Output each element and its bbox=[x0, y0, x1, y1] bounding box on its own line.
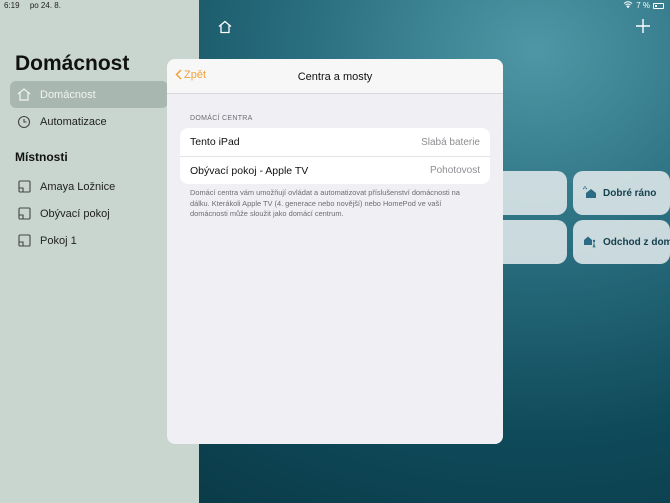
clock-icon bbox=[16, 114, 32, 130]
status-date: po 24. 8. bbox=[29, 1, 61, 10]
battery-icon bbox=[653, 2, 664, 9]
sidebar-item-room[interactable]: Obývací pokoj bbox=[10, 200, 168, 227]
sidebar-item-label: Pokoj 1 bbox=[40, 234, 77, 247]
leave-house-icon bbox=[583, 234, 597, 251]
footer-description: Domácí centra vám umožňují ovládat a aut… bbox=[190, 188, 460, 218]
group-label: DOMÁCÍ CENTRA bbox=[190, 115, 253, 122]
home-settings-button[interactable] bbox=[218, 20, 232, 39]
modal-title: Centra a mosty bbox=[297, 71, 373, 83]
hub-name: Tento iPad bbox=[190, 136, 240, 148]
hub-status: Pohotovost bbox=[429, 165, 480, 176]
house-icon bbox=[16, 87, 32, 103]
room-icon bbox=[16, 233, 32, 249]
sidebar-item-room[interactable]: Amaya Ložnice bbox=[10, 173, 168, 200]
scene-label: Odchod z domu bbox=[603, 236, 670, 248]
hubs-bridges-modal: Zpět Centra a mosty DOMÁCÍ CENTRA Tento … bbox=[167, 59, 503, 444]
room-icon bbox=[16, 179, 32, 195]
sidebar-item-automation[interactable]: Automatizace bbox=[10, 108, 168, 135]
hub-status: Slabá baterie bbox=[421, 136, 480, 148]
plus-icon bbox=[636, 19, 650, 33]
home-hubs-list: Tento iPad Slabá baterie Obývací pokoj -… bbox=[180, 128, 490, 184]
sidebar-item-label: Domácnost bbox=[40, 88, 96, 101]
room-icon bbox=[16, 206, 32, 222]
scene-tile-leave-home[interactable]: Odchod z domu bbox=[573, 220, 670, 264]
scene-tile-good-morning[interactable]: Dobré ráno bbox=[573, 171, 670, 215]
sunrise-house-icon bbox=[582, 185, 597, 202]
sidebar-item-label: Amaya Ložnice bbox=[40, 180, 116, 193]
sidebar-title: Domácnost bbox=[15, 52, 130, 75]
sidebar-item-label: Automatizace bbox=[40, 115, 107, 128]
scene-label: Dobré ráno bbox=[603, 187, 657, 199]
sidebar-item-room[interactable]: Pokoj 1 bbox=[10, 227, 168, 254]
modal-header: Zpět Centra a mosty bbox=[167, 59, 503, 94]
sidebar-item-home[interactable]: Domácnost bbox=[10, 81, 168, 108]
status-time: 6:19 bbox=[4, 1, 20, 10]
add-button[interactable] bbox=[636, 17, 650, 37]
house-icon bbox=[218, 20, 232, 34]
list-item[interactable]: Tento iPad Slabá baterie bbox=[180, 128, 490, 156]
rooms-section-title: Místnosti bbox=[15, 150, 68, 164]
sidebar-item-label: Obývací pokoj bbox=[40, 207, 110, 220]
wifi-icon bbox=[623, 1, 633, 10]
hub-name: Obývací pokoj - Apple TV bbox=[190, 164, 309, 177]
battery-percent: 7 % bbox=[636, 1, 650, 10]
status-bar: 6:19 po 24. 8. 7 % bbox=[0, 0, 670, 12]
list-item[interactable]: Obývací pokoj - Apple TV Pohotovost bbox=[180, 156, 490, 184]
